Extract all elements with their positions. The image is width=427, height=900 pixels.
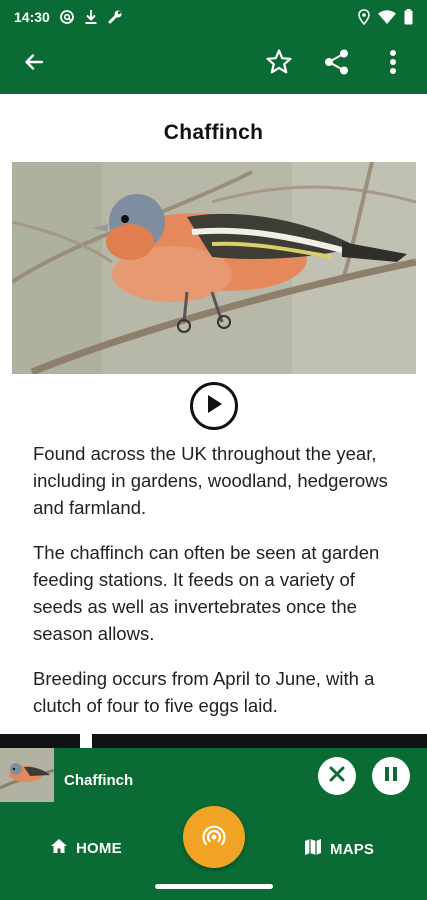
close-player-button[interactable] [318,757,356,795]
mini-player-progress-track [0,734,427,748]
species-description-2: The chaffinch can often be seen at garde… [33,542,380,644]
status-time: 14:30 [14,9,50,25]
broadcast-icon [200,821,228,854]
gesture-handle[interactable] [155,884,273,889]
nav-maps[interactable]: MAPS [304,838,374,860]
status-left: 14:30 [14,9,123,25]
species-title: Chaffinch [163,121,264,144]
pause-button[interactable] [372,757,410,795]
nav-home-label: HOME [76,839,122,857]
status-right [358,9,413,25]
play-call-button[interactable] [189,382,238,430]
home-icon [50,838,68,858]
mini-player-thumbnail [0,748,54,802]
nav-maps-label: MAPS [330,840,375,858]
battery-icon [404,9,413,25]
species-content[interactable]: Chaffinch Found across the UK throughout… [0,94,427,734]
app-bar [0,34,427,94]
nav-home[interactable]: HOME [50,838,122,858]
pause-icon [384,766,398,787]
location-icon [358,9,370,25]
share-button[interactable] [315,42,359,86]
download-icon [84,9,98,25]
species-description-1: Found across the UK throughout the year,… [33,443,388,518]
listen-fab-button[interactable] [183,806,245,868]
wrench-icon [107,9,123,25]
star-outline-icon [265,48,293,81]
status-bar: 14:30 [0,0,427,34]
mini-player-progress-thumb[interactable] [80,734,92,748]
chaffinch-photo [11,162,416,374]
more-vert-icon [389,49,397,80]
close-icon [329,766,345,787]
at-sign-icon [59,9,75,25]
back-button[interactable] [12,42,56,86]
arrow-back-icon [24,52,44,77]
wifi-icon [378,10,396,24]
mini-player-title: Chaffinch [64,772,134,789]
more-options-button[interactable] [371,42,415,86]
play-icon [205,394,223,419]
species-description-3: Breeding occurs from April to June, with… [33,668,375,716]
share-icon [323,48,351,81]
favorite-button[interactable] [257,42,301,86]
map-icon [304,838,322,860]
